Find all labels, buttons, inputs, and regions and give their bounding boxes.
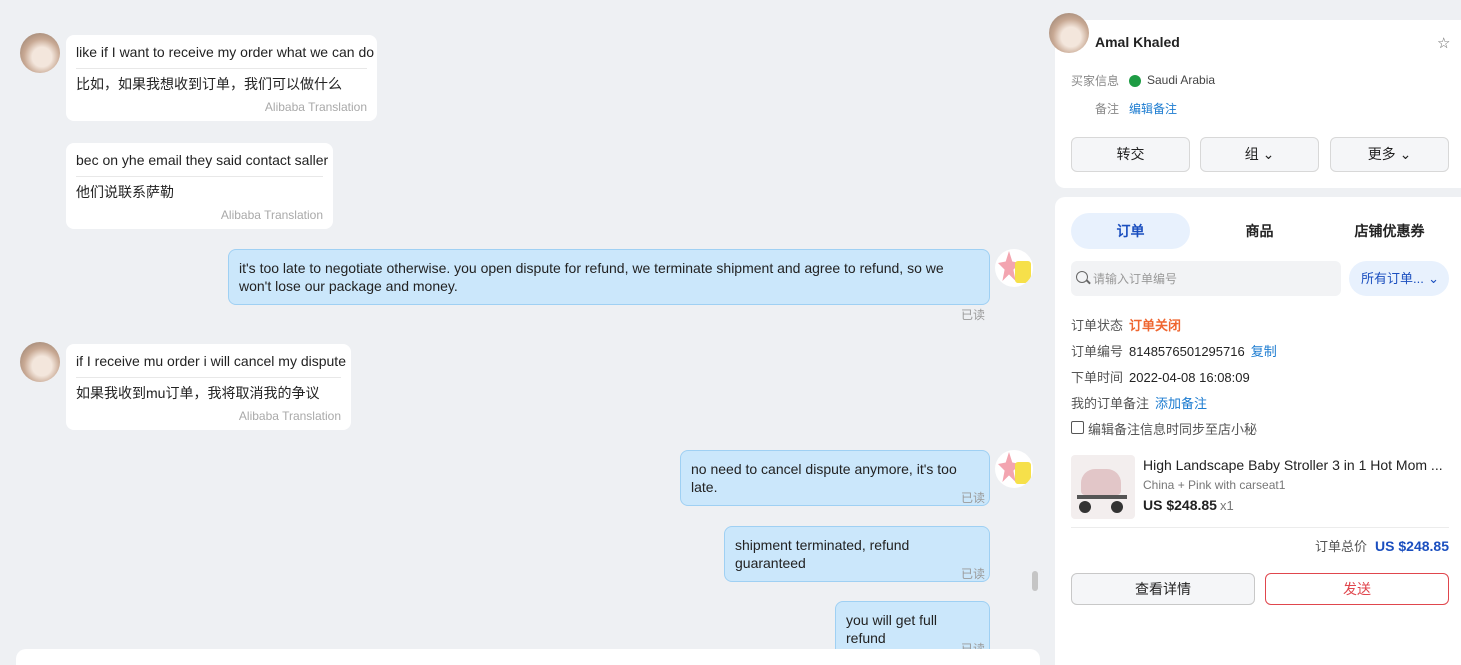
translation-source: Alibaba Translation	[238, 409, 341, 423]
buyer-name: Amal Khaled	[1095, 34, 1180, 50]
message-original-text: if I receive mu order i will cancel my d…	[76, 352, 346, 378]
chevron-down-icon: ⌄	[1262, 146, 1275, 162]
buyer-profile-avatar[interactable]	[1049, 13, 1089, 53]
order-total-label: 订单总价	[1315, 539, 1368, 554]
order-time-row: 下单时间 2022-04-08 16:08:09	[1071, 367, 1250, 386]
order-status-row: 订单状态 订单关闭	[1071, 315, 1181, 334]
view-details-button[interactable]: 查看详情	[1071, 573, 1255, 605]
order-note-row: 我的订单备注 添加备注	[1071, 393, 1207, 412]
outgoing-message: shipment terminated, refund guaranteed	[724, 526, 990, 582]
more-button[interactable]: 更多 ⌄	[1330, 137, 1449, 172]
incoming-message: if I receive mu order i will cancel my d…	[66, 344, 351, 430]
tab-orders[interactable]: 订单	[1071, 213, 1190, 249]
group-button-label: 组	[1244, 146, 1259, 162]
message-original-text: like if I want to receive my order what …	[76, 43, 374, 69]
product-variant: China + Pink with carseat1	[1143, 478, 1286, 492]
send-order-button[interactable]: 发送	[1265, 573, 1449, 605]
divider	[1071, 527, 1449, 528]
product-price: US $248.85	[1143, 497, 1217, 513]
read-status: 已读	[961, 308, 986, 322]
transfer-button[interactable]: 转交	[1071, 137, 1190, 172]
order-total-value: US $248.85	[1375, 538, 1449, 554]
outgoing-message: it's too late to negotiate otherwise. yo…	[228, 249, 990, 305]
message-translation-text: 比如，如果我想收到订单，我们可以做什么	[76, 76, 342, 92]
favorite-star-icon[interactable]: ☆	[1437, 34, 1450, 52]
order-time-label: 下单时间	[1071, 370, 1124, 385]
buyer-avatar[interactable]	[20, 342, 60, 382]
copy-link[interactable]: 复制	[1251, 344, 1277, 359]
outgoing-message: no need to cancel dispute anymore, it's …	[680, 450, 990, 506]
order-number-value: 8148576501295716	[1129, 344, 1245, 359]
order-note-label: 我的订单备注	[1071, 396, 1150, 411]
edit-note-link[interactable]: 编辑备注	[1129, 100, 1177, 117]
buyer-country: Saudi Arabia	[1147, 73, 1216, 87]
read-status: 已读	[961, 567, 986, 581]
order-status-value: 订单关闭	[1129, 318, 1182, 333]
incoming-message: bec on yhe email they said contact salle…	[66, 143, 333, 229]
message-composer[interactable]	[16, 649, 1040, 665]
sync-note-label: 编辑备注信息时同步至店小秘	[1088, 422, 1258, 437]
sync-note-checkbox[interactable]	[1071, 421, 1084, 434]
seller-avatar[interactable]	[995, 249, 1033, 287]
order-filter-dropdown[interactable]: 所有订单... ⌄	[1349, 261, 1449, 296]
note-label: 备注	[1095, 102, 1120, 116]
buyer-info-label: 买家信息	[1071, 74, 1120, 88]
order-status-label: 订单状态	[1071, 318, 1124, 333]
product-price-row: US $248.85 x1	[1143, 497, 1234, 513]
order-search	[1071, 261, 1341, 296]
translation-source: Alibaba Translation	[220, 208, 323, 222]
buyer-avatar[interactable]	[20, 33, 60, 73]
group-button[interactable]: 组 ⌄	[1200, 137, 1319, 172]
tab-store-coupons[interactable]: 店铺优惠券	[1330, 213, 1449, 249]
product-quantity: x1	[1219, 498, 1234, 513]
order-number-row: 订单编号 8148576501295716 复制	[1071, 341, 1277, 360]
order-panel: 订单 商品 店铺优惠券 所有订单... ⌄ 订单状态订单关闭 订单编号 81485…	[1055, 197, 1461, 665]
buyer-profile-card: Amal Khaled ☆ 买家信息 Saudi Arabia 备注 编辑备注 …	[1055, 20, 1461, 188]
incoming-message: like if I want to receive my order what …	[66, 35, 377, 121]
chat-area: like if I want to receive my order what …	[0, 0, 1055, 665]
translation-source: Alibaba Translation	[264, 100, 367, 114]
order-filter-label: 所有订单...	[1361, 271, 1424, 286]
order-time-value: 2022-04-08 16:08:09	[1129, 370, 1250, 385]
product-title[interactable]: High Landscape Baby Stroller 3 in 1 Hot …	[1143, 457, 1443, 473]
message-translation-text: 他们说联系萨勒	[76, 184, 174, 200]
search-icon	[1076, 271, 1088, 283]
order-total: 订单总价 US $248.85	[1315, 536, 1449, 555]
add-note-link[interactable]: 添加备注	[1155, 396, 1207, 411]
order-number-label: 订单编号	[1071, 344, 1124, 359]
read-status: 已读	[961, 491, 986, 505]
chat-scrollbar[interactable]	[1032, 571, 1038, 591]
saudi-flag-icon	[1129, 75, 1141, 87]
more-button-label: 更多	[1367, 146, 1396, 162]
message-original-text: bec on yhe email they said contact salle…	[76, 151, 328, 177]
message-translation-text: 如果我收到mu订单，我将取消我的争议	[76, 385, 320, 401]
product-thumbnail[interactable]	[1071, 455, 1135, 519]
chevron-down-icon: ⌄	[1399, 146, 1412, 162]
seller-avatar[interactable]	[995, 450, 1033, 488]
order-search-input[interactable]	[1093, 269, 1333, 289]
chevron-down-icon: ⌄	[1428, 271, 1439, 286]
tab-products[interactable]: 商品	[1200, 213, 1319, 249]
